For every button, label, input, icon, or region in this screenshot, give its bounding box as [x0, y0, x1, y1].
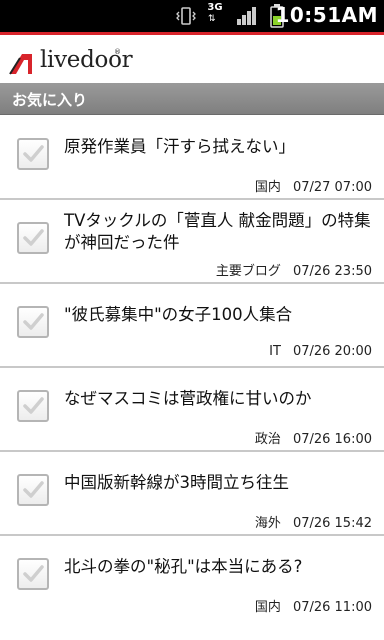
list-item[interactable]: "彼氏募集中"の女子100人集合 IT 07/26 20:00	[0, 284, 384, 368]
article-category: IT	[269, 344, 281, 359]
article-datetime: 07/26 23:50	[292, 264, 372, 279]
article-meta: IT 07/26 20:00	[269, 344, 372, 359]
article-category: 国内	[254, 600, 281, 615]
article-title[interactable]: "彼氏募集中"の女子100人集合	[64, 304, 376, 326]
list-item[interactable]: TVタックルの「菅直人 献金問題」の特集が神回だった件 主要ブログ 07/26 2…	[0, 200, 384, 284]
check-icon	[23, 229, 44, 246]
logo-mark-icon	[9, 54, 32, 75]
list-item[interactable]: 北斗の拳の"秘孔"は本当にある? 国内 07/26 11:00	[0, 536, 384, 620]
signal-icon	[237, 7, 256, 25]
article-category: 政治	[254, 432, 281, 447]
clock: 10:51AM	[275, 3, 378, 27]
check-icon	[23, 145, 44, 162]
article-category: 海外	[254, 516, 281, 531]
article-title[interactable]: 中国版新幹線が3時間立ち往生	[64, 472, 376, 494]
favorite-checkbox[interactable]	[17, 390, 49, 422]
article-title[interactable]: 北斗の拳の"秘孔"は本当にある?	[64, 556, 376, 578]
article-meta: 国内 07/27 07:00	[255, 176, 372, 195]
favorite-checkbox[interactable]	[17, 138, 49, 170]
favorite-checkbox[interactable]	[17, 306, 49, 338]
article-datetime: 07/26 20:00	[292, 344, 372, 359]
list-item[interactable]: なぜマスコミは菅政権に甘いのか 政治 07/26 16:00	[0, 368, 384, 452]
favorites-list: 原発作業員「汗すら拭えない」 国内 07/27 07:00 TVタックルの「菅直人…	[0, 116, 384, 620]
vibrate-icon	[176, 7, 196, 25]
list-item[interactable]: 原発作業員「汗すら拭えない」 国内 07/27 07:00	[0, 116, 384, 200]
article-meta: 政治 07/26 16:00	[255, 428, 372, 447]
article-title[interactable]: なぜマスコミは菅政権に甘いのか	[64, 388, 376, 410]
article-datetime: 07/26 15:42	[292, 516, 372, 531]
app-header: livedoor ®	[0, 32, 384, 82]
check-icon	[23, 313, 44, 330]
network-3g-icon: 3G	[207, 2, 223, 13]
check-icon	[23, 481, 44, 498]
favorite-checkbox[interactable]	[17, 222, 49, 254]
article-datetime: 07/27 07:00	[292, 180, 372, 195]
list-item[interactable]: 中国版新幹線が3時間立ち往生 海外 07/26 15:42	[0, 452, 384, 536]
logo-trademark: ®	[114, 48, 121, 56]
section-header: お気に入り	[0, 83, 384, 115]
check-icon	[23, 397, 44, 414]
favorite-checkbox[interactable]	[17, 474, 49, 506]
data-activity-icon: ⇅	[208, 14, 216, 24]
article-meta: 海外 07/26 15:42	[255, 512, 372, 531]
status-bar: 3G ⇅ 10:51AM	[0, 0, 384, 32]
article-title[interactable]: 原発作業員「汗すら拭えない」	[64, 136, 376, 158]
article-title[interactable]: TVタックルの「菅直人 献金問題」の特集が神回だった件	[64, 210, 376, 254]
article-category: 国内	[254, 180, 281, 195]
article-datetime: 07/26 16:00	[292, 432, 372, 447]
article-meta: 国内 07/26 11:00	[255, 596, 372, 615]
favorite-checkbox[interactable]	[17, 558, 49, 590]
check-icon	[23, 565, 44, 582]
article-datetime: 07/26 11:00	[292, 600, 372, 615]
article-meta: 主要ブログ 07/26 23:50	[216, 260, 372, 279]
section-title: お気に入り	[12, 91, 88, 109]
article-category: 主要ブログ	[215, 264, 281, 279]
